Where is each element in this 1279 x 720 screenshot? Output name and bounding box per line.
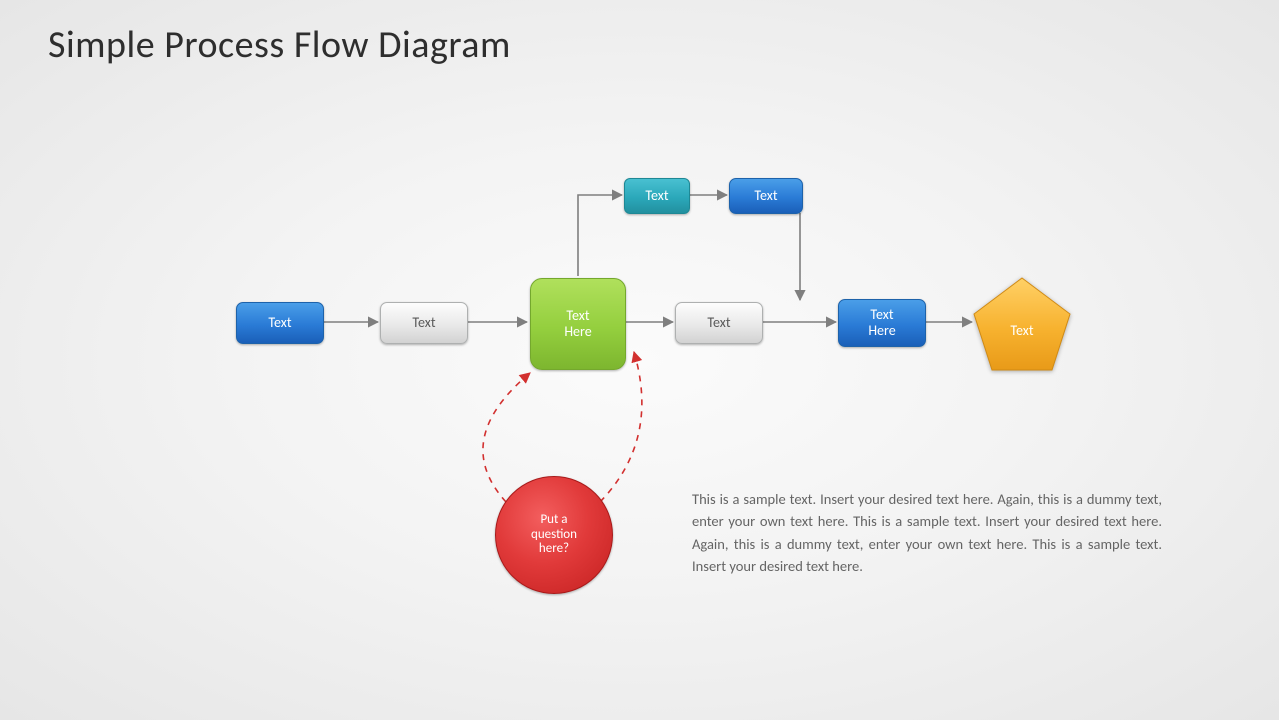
node-6-pentagon: Text xyxy=(972,276,1072,372)
connectors xyxy=(0,0,1279,720)
node-5-blue: Text Here xyxy=(838,299,926,347)
node-4-gray: Text xyxy=(675,302,763,344)
node-1-blue: Text xyxy=(236,302,324,344)
node-branch-teal: Text xyxy=(624,178,690,214)
node-3-green: Text Here xyxy=(530,278,626,370)
page-title: Simple Process Flow Diagram xyxy=(48,22,511,68)
node-2-gray: Text xyxy=(380,302,468,344)
description-text: This is a sample text. Insert your desir… xyxy=(692,488,1162,578)
node-question-circle: Put a question here? xyxy=(495,476,613,594)
node-6-label: Text xyxy=(972,276,1072,372)
diagram-stage: Simple Process Flow Diagram Text Text Te… xyxy=(0,0,1279,720)
node-branch-blue: Text xyxy=(729,178,803,214)
